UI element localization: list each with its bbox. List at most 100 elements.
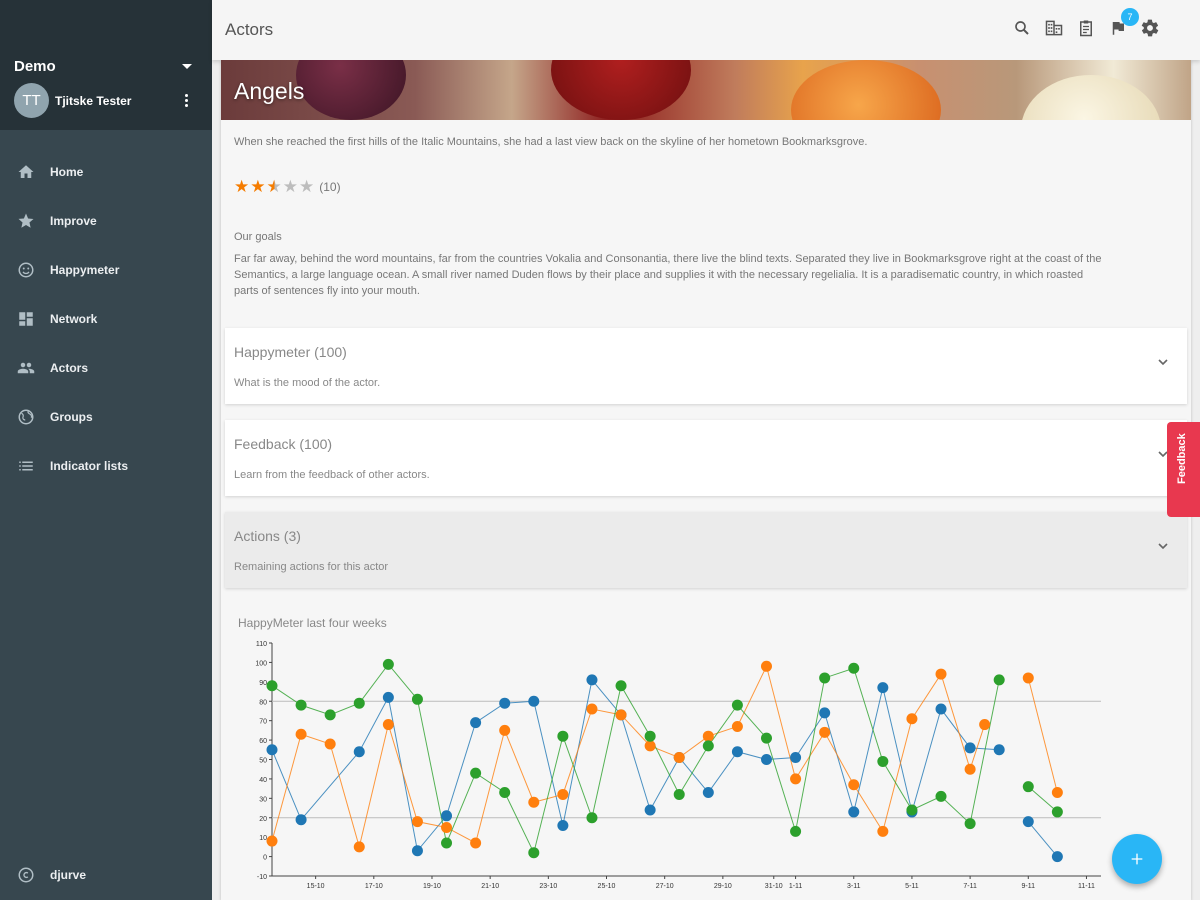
sidebar-nav: Home Improve Happymeter Network Actors G…	[0, 147, 212, 490]
sidebar-item-indicator-lists[interactable]: Indicator lists	[0, 441, 212, 490]
actions-panel[interactable]: Actions (3) Remaining actions for this a…	[225, 512, 1187, 588]
data-point	[353, 746, 365, 758]
sidebar-item-label: Network	[50, 311, 98, 326]
data-point	[877, 682, 889, 694]
org-switcher[interactable]: Demo	[14, 58, 192, 75]
data-point	[353, 697, 365, 709]
data-point	[411, 693, 423, 705]
data-point	[819, 672, 831, 684]
data-point	[993, 674, 1005, 686]
data-point	[557, 788, 569, 800]
data-point	[790, 773, 802, 785]
data-point	[1051, 851, 1063, 863]
data-point	[935, 790, 947, 802]
data-point	[731, 699, 743, 711]
y-tick-label: 40	[259, 777, 267, 784]
data-point	[499, 787, 511, 799]
data-point	[964, 763, 976, 775]
data-point	[848, 806, 860, 818]
copyright-icon	[16, 865, 36, 885]
goals-heading: Our goals	[234, 231, 282, 243]
building-icon[interactable]	[1044, 18, 1064, 38]
feedback-side-tab[interactable]: Feedback	[1167, 422, 1200, 517]
x-tick-label: 17-10	[365, 883, 383, 890]
x-tick-label: 5-11	[905, 883, 919, 890]
actor-description: When she reached the first hills of the …	[234, 136, 868, 148]
user-row: TT Tjitske Tester	[14, 83, 188, 118]
avatar: TT	[14, 83, 49, 118]
series-line	[1027, 677, 1058, 793]
data-point	[760, 732, 772, 744]
data-point	[586, 703, 598, 715]
chevron-down-icon	[1158, 359, 1168, 366]
data-point	[906, 804, 918, 816]
series-line	[271, 664, 986, 849]
data-point	[702, 787, 714, 799]
settings-icon[interactable]	[1140, 18, 1160, 38]
y-tick-label: -10	[257, 874, 267, 881]
data-point	[441, 837, 453, 849]
x-tick-label: 15-10	[307, 883, 325, 890]
panel-title: Actions (3)	[234, 528, 301, 544]
data-point	[673, 788, 685, 800]
data-point	[935, 703, 947, 715]
flag-icon[interactable]: 7	[1108, 8, 1139, 38]
data-point	[1051, 806, 1063, 818]
dashboard-icon	[16, 309, 36, 329]
panel-subtitle: Remaining actions for this actor	[234, 561, 389, 573]
main-content: Angels When she reached the first hills …	[212, 60, 1200, 900]
data-point	[935, 668, 947, 680]
feedback-panel[interactable]: Feedback (100) Learn from the feedback o…	[225, 420, 1187, 496]
actor-name: Angels	[234, 78, 305, 104]
sidebar-item-actors[interactable]: Actors	[0, 343, 212, 392]
add-fab-button[interactable]	[1112, 834, 1162, 884]
search-icon[interactable]	[1012, 18, 1032, 38]
data-point	[819, 707, 831, 719]
data-point	[441, 810, 453, 822]
star-full-icon: ★	[234, 177, 250, 196]
data-point	[760, 754, 772, 765]
sidebar-item-happymeter[interactable]: Happymeter	[0, 245, 212, 294]
sidebar-item-label: Happymeter	[50, 262, 120, 277]
data-point	[382, 691, 394, 703]
data-point	[964, 742, 976, 754]
star-full-icon: ★	[250, 177, 266, 196]
data-point	[877, 825, 889, 837]
sidebar-item-djurve[interactable]: djurve	[0, 850, 212, 899]
top-app-bar: Actors 7	[212, 0, 1200, 60]
more-vert-icon[interactable]	[185, 94, 188, 107]
rating-count: (10)	[319, 179, 341, 194]
x-tick-label: 7-11	[963, 883, 977, 890]
data-point	[1022, 672, 1034, 684]
data-point	[266, 680, 278, 692]
chart-title: HappyMeter last four weeks	[238, 616, 387, 630]
y-tick-label: 10	[259, 835, 267, 842]
series-line	[271, 663, 1000, 855]
data-point	[877, 755, 889, 767]
y-tick-label: 0	[263, 855, 267, 862]
page-title: Actors	[225, 20, 274, 39]
sidebar-item-home[interactable]: Home	[0, 147, 212, 196]
clipboard-icon[interactable]	[1076, 18, 1096, 38]
data-point	[615, 680, 627, 692]
data-point	[819, 726, 831, 738]
data-point	[644, 804, 656, 816]
data-point	[1022, 781, 1034, 793]
data-point	[906, 713, 918, 725]
sidebar-item-label: Improve	[50, 213, 97, 228]
data-point	[731, 746, 743, 758]
data-point	[295, 814, 307, 826]
x-tick-label: 31-10	[765, 883, 783, 890]
data-point	[295, 728, 307, 740]
sidebar-item-improve[interactable]: Improve	[0, 196, 212, 245]
sidebar-item-network[interactable]: Network	[0, 294, 212, 343]
data-point	[528, 796, 540, 808]
sidebar-item-groups[interactable]: Groups	[0, 392, 212, 441]
plus-icon	[1131, 853, 1143, 865]
data-point	[979, 719, 991, 731]
sidebar: Demo TT Tjitske Tester Home Improve Happ	[0, 0, 212, 900]
data-point	[586, 812, 598, 824]
data-point	[557, 820, 569, 832]
data-point	[470, 717, 482, 729]
happymeter-panel[interactable]: Happymeter (100) What is the mood of the…	[225, 328, 1187, 404]
